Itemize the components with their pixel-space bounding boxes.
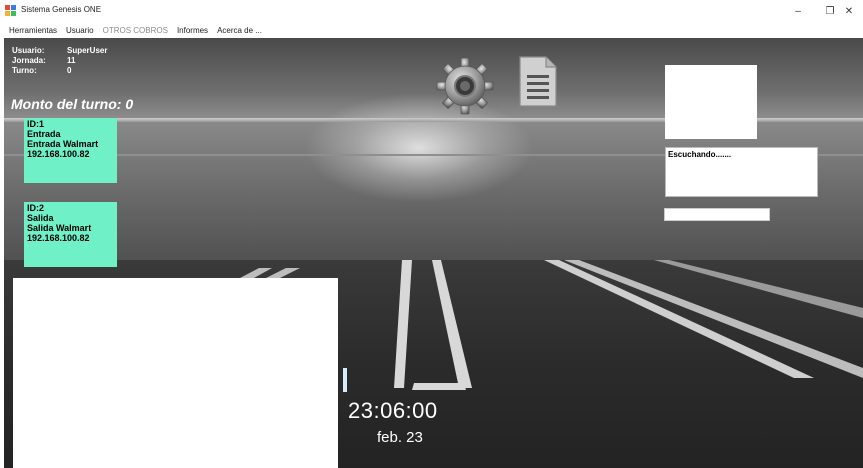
device-name: Salida Walmart bbox=[27, 223, 92, 233]
menu-bar: Herramientas Usuario OTROS COBROS Inform… bbox=[0, 22, 863, 38]
device-ip: 192.168.100.82 bbox=[27, 149, 90, 159]
app-icon bbox=[5, 5, 16, 16]
close-button[interactable]: ✕ bbox=[835, 0, 863, 22]
device-card-salida[interactable]: ID:2 Salida Salida Walmart 192.168.100.8… bbox=[24, 202, 117, 267]
document-icon[interactable] bbox=[518, 55, 558, 108]
device-card-entrada[interactable]: ID:1 Entrada Entrada Walmart 192.168.100… bbox=[24, 118, 117, 183]
menu-otros-cobros[interactable]: OTROS COBROS bbox=[103, 26, 168, 35]
window-title: Sistema Genesis ONE bbox=[21, 5, 102, 14]
user-value: SuperUser bbox=[67, 46, 108, 55]
minimize-button[interactable]: – bbox=[780, 0, 816, 22]
menu-herramientas[interactable]: Herramientas bbox=[9, 26, 57, 35]
turno-value: 0 bbox=[67, 66, 72, 75]
device-type: Salida bbox=[27, 213, 54, 223]
shift-amount: Monto del turno: 0 bbox=[11, 96, 133, 112]
gear-icon[interactable] bbox=[436, 57, 494, 115]
menu-informes[interactable]: Informes bbox=[177, 26, 208, 35]
shift-amount-label: Monto del turno: bbox=[11, 96, 122, 112]
device-name: Entrada Walmart bbox=[27, 139, 99, 149]
turno-label: Turno: bbox=[12, 66, 37, 75]
clock-date: feb. 23 bbox=[377, 429, 423, 446]
text-cursor bbox=[343, 368, 347, 392]
clock-time: 23:06:00 bbox=[348, 398, 438, 423]
listening-log: Escuchando....... bbox=[665, 147, 818, 197]
title-bar: Sistema Genesis ONE – ❐ ✕ bbox=[0, 0, 863, 22]
listening-status: Escuchando....... bbox=[668, 150, 732, 159]
menu-acerca-de[interactable]: Acerca de ... bbox=[217, 26, 262, 35]
session-info: Usuario: SuperUser Jornada: 11 Turno: 0 bbox=[12, 46, 107, 76]
minimize-icon: – bbox=[795, 5, 801, 17]
jornada-value: 11 bbox=[67, 56, 76, 65]
main-panel: Usuario: SuperUser Jornada: 11 Turno: 0 … bbox=[4, 38, 863, 468]
device-type: Entrada bbox=[27, 129, 61, 139]
menu-usuario[interactable]: Usuario bbox=[66, 26, 94, 35]
user-label: Usuario: bbox=[12, 46, 45, 55]
device-ip: 192.168.100.82 bbox=[27, 233, 90, 243]
jornada-label: Jornada: bbox=[12, 56, 46, 65]
shift-amount-value: 0 bbox=[125, 96, 134, 112]
device-id: ID:2 bbox=[27, 203, 45, 213]
event-log-panel bbox=[13, 278, 338, 468]
close-icon: ✕ bbox=[844, 5, 854, 17]
input-field[interactable] bbox=[664, 208, 770, 221]
device-id: ID:1 bbox=[27, 119, 45, 129]
restore-icon: ❐ bbox=[825, 5, 835, 17]
camera-preview bbox=[665, 65, 757, 139]
